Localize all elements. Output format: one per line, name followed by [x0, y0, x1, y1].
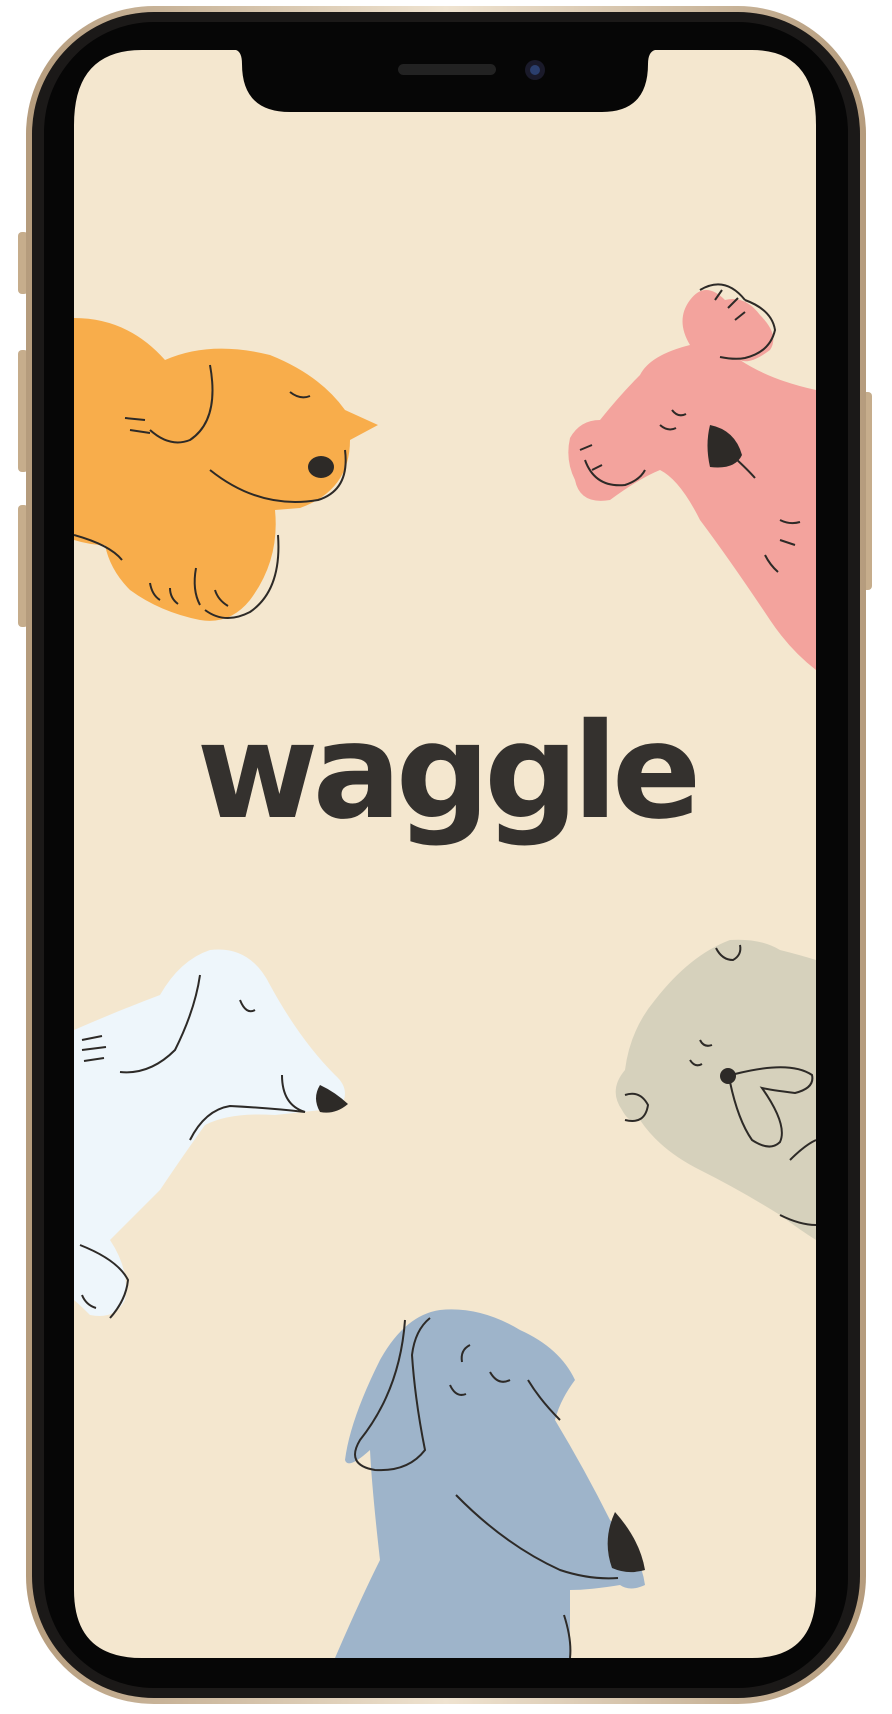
app-screen — [74, 50, 816, 1658]
phone-mockup: waggle — [0, 0, 892, 1714]
app-wordmark: waggle — [196, 695, 702, 849]
speaker-grille — [398, 64, 496, 75]
